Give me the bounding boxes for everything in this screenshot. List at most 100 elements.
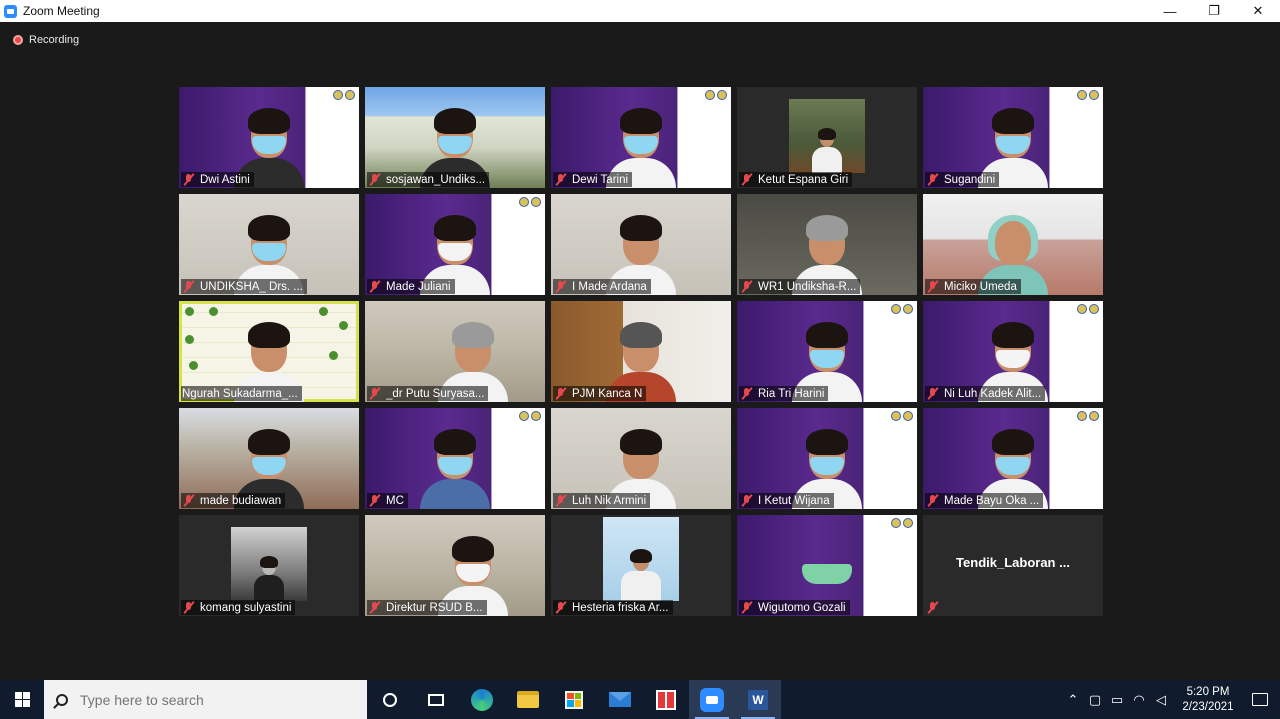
participant-tile[interactable]: I Made Ardana <box>551 194 731 295</box>
participant-tile[interactable]: komang sulyastini <box>179 515 359 616</box>
participant-tile[interactable]: Ria Tri Harini <box>737 301 917 402</box>
participant-name: UNDIKSHA_ Drs. ... <box>200 280 303 293</box>
logo-icons <box>519 411 541 421</box>
clock[interactable]: 5:20 PM 2/23/2021 <box>1176 685 1240 715</box>
store-button[interactable] <box>551 680 597 719</box>
name-plate: UNDIKSHA_ Drs. ... <box>181 279 307 294</box>
folder-icon <box>517 691 539 708</box>
cortana-button[interactable] <box>367 680 413 719</box>
participant-tile[interactable]: Dwi Astini <box>179 87 359 188</box>
battery-icon[interactable]: ▭ <box>1106 692 1128 708</box>
task-view-icon <box>428 693 444 706</box>
name-plate: Hesteria friska Ar... <box>553 600 673 615</box>
participant-tile[interactable]: Made Bayu Oka ... <box>923 408 1103 509</box>
participant-tile[interactable]: Hesteria friska Ar... <box>551 515 731 616</box>
name-plate: Wigutomo Gozali <box>739 600 850 615</box>
name-plate: Ni Luh Kadek Alit... <box>925 386 1046 401</box>
participant-tile[interactable]: Luh Nik Armini <box>551 408 731 509</box>
logo-icons <box>891 518 913 528</box>
name-plate: Direktur RSUD B... <box>367 600 487 615</box>
participant-tile[interactable]: Miciko Umeda <box>923 194 1103 295</box>
participant-tile[interactable]: sosjawan_Undiks... <box>365 87 545 188</box>
name-plate: Dwi Astini <box>181 172 254 187</box>
clock-date: 2/23/2021 <box>1182 700 1234 713</box>
mic-muted-icon <box>554 280 568 293</box>
name-plate: Luh Nik Armini <box>553 493 651 508</box>
restore-button[interactable]: ❐ <box>1192 0 1236 22</box>
mic-muted-icon <box>368 387 382 400</box>
participant-tile[interactable]: MC <box>365 408 545 509</box>
zoom-taskbar-button[interactable] <box>689 680 735 719</box>
edge-button[interactable] <box>459 680 505 719</box>
mic-muted-icon <box>554 173 568 186</box>
cortana-icon <box>383 692 397 707</box>
start-button[interactable] <box>0 680 44 719</box>
name-plate: Ketut Espana Giri <box>739 172 853 187</box>
participant-tile[interactable]: PJM Kanca N <box>551 301 731 402</box>
participant-name: Made Juliani <box>386 280 451 293</box>
recording-label: Recording <box>29 34 80 46</box>
taskbar-search[interactable] <box>44 680 367 719</box>
gallery-grid: Dwi Astini sosjawan_Undiks... Dewi Tarin… <box>179 87 1103 616</box>
participant-tile[interactable]: Sugandini <box>923 87 1103 188</box>
logo-icons <box>705 90 727 100</box>
word-taskbar-button[interactable]: W <box>735 680 781 719</box>
meet-now-icon[interactable]: ▢ <box>1084 692 1106 708</box>
participant-tile[interactable]: WR1 Undiksha-R... <box>737 194 917 295</box>
mic-muted-icon <box>368 494 382 507</box>
participant-tile[interactable]: Dewi Tarini <box>551 87 731 188</box>
close-button[interactable]: ✕ <box>1236 0 1280 22</box>
mic-muted-icon <box>368 173 382 186</box>
participant-tile[interactable]: Made Juliani <box>365 194 545 295</box>
name-plate: Miciko Umeda <box>925 279 1021 294</box>
mic-muted-icon <box>182 601 196 614</box>
participant-tile-active-speaker[interactable]: Ngurah Sukadarma_... <box>179 301 359 402</box>
name-plate: I Ketut Wijana <box>739 493 834 508</box>
name-plate: made budiawan <box>181 493 286 508</box>
participant-name: Luh Nik Armini <box>572 494 647 507</box>
participant-name: sosjawan_Undiks... <box>386 173 486 186</box>
mic-muted-icon <box>182 173 196 186</box>
system-tray: ⌃ ▢ ▭ ◠ ◁ 5:20 PM 2/23/2021 <box>1062 680 1280 719</box>
file-explorer-button[interactable] <box>505 680 551 719</box>
minimize-button[interactable]: — <box>1148 0 1192 22</box>
recording-indicator[interactable]: Recording <box>13 34 79 46</box>
logo-icons <box>1077 90 1099 100</box>
participant-photo <box>789 99 865 173</box>
participant-name: Dwi Astini <box>200 173 250 186</box>
chevron-up-icon[interactable]: ⌃ <box>1062 692 1084 708</box>
participant-tile[interactable]: Ni Luh Kadek Alit... <box>923 301 1103 402</box>
gift-icon <box>656 689 676 710</box>
window-controls: — ❐ ✕ <box>1148 0 1280 22</box>
participant-name: Dewi Tarini <box>572 173 629 186</box>
participant-name: Ketut Espana Giri <box>758 173 849 186</box>
participant-tile[interactable]: Wigutomo Gozali <box>737 515 917 616</box>
participant-name: Ria Tri Harini <box>758 387 825 400</box>
participant-name: made budiawan <box>200 494 282 507</box>
participant-tile[interactable]: Tendik_Laboran ... <box>923 515 1103 616</box>
name-plate: Ria Tri Harini <box>739 386 829 401</box>
mic-muted-icon <box>926 494 940 507</box>
name-plate: _dr Putu Suryasa... <box>367 386 489 401</box>
search-input[interactable] <box>80 691 340 708</box>
wifi-icon[interactable]: ◠ <box>1128 692 1150 708</box>
mic-muted-icon <box>554 601 568 614</box>
mic-muted-icon <box>740 601 754 614</box>
participant-tile[interactable]: UNDIKSHA_ Drs. ... <box>179 194 359 295</box>
name-plate: Dewi Tarini <box>553 172 633 187</box>
notification-center-button[interactable] <box>1240 680 1280 719</box>
task-view-button[interactable] <box>413 680 459 719</box>
mail-button[interactable] <box>597 680 643 719</box>
participant-name: Ni Luh Kadek Alit... <box>944 387 1042 400</box>
logo-icons <box>333 90 355 100</box>
participant-tile[interactable]: Ketut Espana Giri <box>737 87 917 188</box>
participant-name: MC <box>386 494 404 507</box>
logo-icons <box>1077 411 1099 421</box>
participant-tile[interactable]: I Ketut Wijana <box>737 408 917 509</box>
participant-tile[interactable]: Direktur RSUD B... <box>365 515 545 616</box>
participant-tile[interactable]: _dr Putu Suryasa... <box>365 301 545 402</box>
volume-icon[interactable]: ◁ <box>1150 692 1172 708</box>
gift-app-button[interactable] <box>643 680 689 719</box>
participant-tile[interactable]: made budiawan <box>179 408 359 509</box>
window-title: Zoom Meeting <box>23 4 100 18</box>
